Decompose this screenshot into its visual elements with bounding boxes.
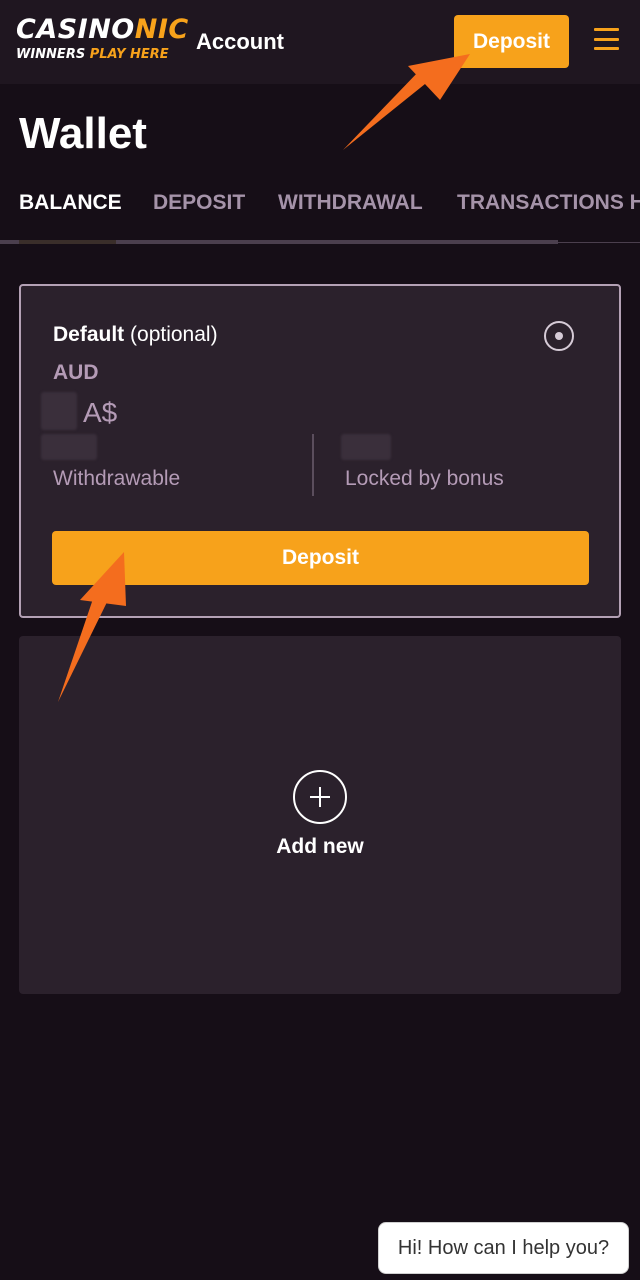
chat-support-bubble[interactable]: Hi! How can I help you?	[378, 1222, 629, 1274]
blurred-withdrawable-amount	[41, 434, 97, 460]
card-deposit-button[interactable]: Deposit	[52, 531, 589, 585]
logo-wordmark: CASINONIC	[16, 14, 189, 45]
currency-code: AUD	[53, 361, 99, 384]
currency-symbol: A$	[83, 397, 118, 428]
wallet-tabs: BALANCE DEPOSIT WITHDRAWAL TRANSACTIONS …	[0, 186, 640, 226]
header-deposit-button[interactable]: Deposit	[454, 15, 569, 68]
top-header: CASINONIC WINNERS PLAY HERE Account Depo…	[0, 0, 640, 84]
stats-divider	[312, 434, 314, 496]
blurred-locked-amount	[341, 434, 391, 460]
tab-transactions-history[interactable]: TRANSACTIONS H	[457, 190, 640, 216]
plus-circle-icon[interactable]	[293, 770, 347, 824]
tab-withdrawal[interactable]: WITHDRAWAL	[278, 190, 423, 216]
tab-balance[interactable]: BALANCE	[19, 190, 122, 216]
tab-active-indicator	[19, 240, 116, 244]
logo-tagline: WINNERS PLAY HERE	[16, 47, 169, 62]
tabs-divider	[558, 242, 640, 243]
blurred-balance-amount	[41, 392, 77, 430]
hamburger-icon[interactable]	[594, 28, 619, 50]
locked-by-bonus-label: Locked by bonus	[345, 467, 504, 490]
tab-deposit[interactable]: DEPOSIT	[153, 190, 245, 216]
wallet-card-label: Default (optional)	[53, 323, 218, 346]
add-new-wallet-card[interactable]: Add new	[19, 636, 621, 994]
withdrawable-label: Withdrawable	[53, 467, 181, 490]
account-link[interactable]: Account	[196, 29, 284, 55]
wallet-select-radio[interactable]	[544, 321, 574, 351]
add-new-label[interactable]: Add new	[19, 834, 621, 860]
wallet-card-default[interactable]: Default (optional) AUD A$ Withdrawable L…	[19, 284, 621, 618]
page-title: Wallet	[19, 109, 147, 158]
casinonic-logo[interactable]: CASINONIC WINNERS PLAY HERE	[16, 14, 189, 63]
